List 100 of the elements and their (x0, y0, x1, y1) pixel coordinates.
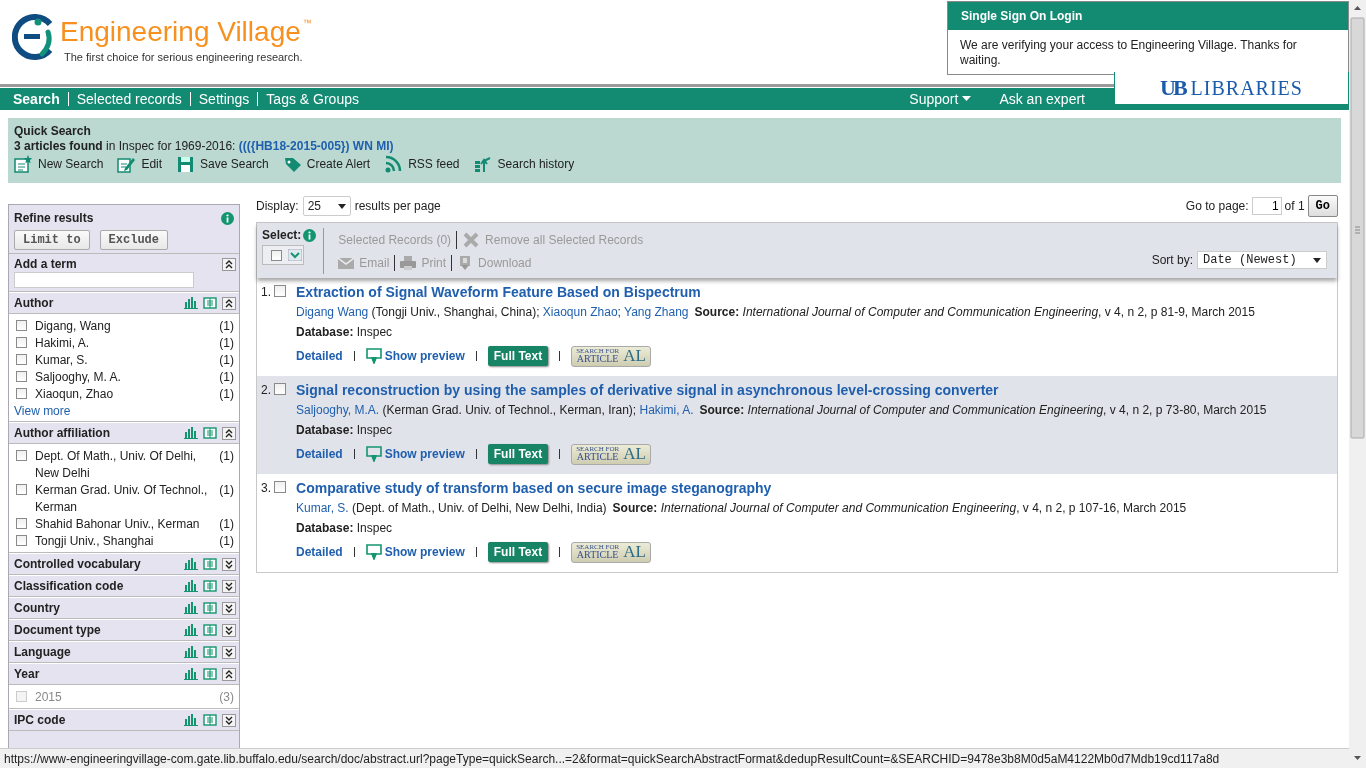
facet-option[interactable]: Dept. Of Math., Univ. Of Delhi, New Delhi (35, 448, 212, 482)
term-field[interactable] (14, 272, 194, 288)
per-page-select[interactable]: 25 (302, 196, 351, 216)
display-suffix: results per page (354, 199, 441, 213)
nav-tab[interactable]: Settings (190, 92, 259, 106)
view-more-link[interactable]: View more (14, 403, 71, 419)
toolbar-link[interactable]: New Search (14, 155, 104, 173)
show-preview-link[interactable]: Show preview (365, 544, 465, 560)
facet-option[interactable]: Digang, Wang (35, 318, 212, 335)
export-list-icon[interactable] (203, 668, 217, 680)
full-text-button[interactable]: Full Text (487, 542, 549, 562)
checkbox[interactable] (16, 484, 27, 495)
checkbox[interactable] (16, 388, 27, 399)
collapse-icon[interactable] (222, 667, 236, 681)
record-title-link[interactable]: Extraction of Signal Waveform Feature Based on Bispectrum (296, 282, 1331, 302)
export-list-icon[interactable] (203, 602, 217, 614)
export-list-icon[interactable] (203, 624, 217, 636)
toolbar-link[interactable]: Create Alert (282, 155, 371, 173)
facet-count: (1) (219, 533, 234, 550)
facet-option[interactable]: Kerman Grad. Univ. Of Technol., Kerman (35, 482, 212, 516)
filter-button[interactable]: Exclude (99, 230, 169, 250)
toolbar-link[interactable]: Edit (117, 155, 163, 173)
checkbox[interactable] (16, 354, 27, 365)
facet-option[interactable]: Shahid Bahonar Univ., Kerman (35, 516, 212, 533)
collapse-icon[interactable] (222, 296, 236, 310)
facet-option[interactable]: Saljooghy, M. A. (35, 369, 212, 386)
expand-icon[interactable] (222, 713, 236, 727)
select-all-control[interactable] (262, 245, 304, 265)
checkbox[interactable] (16, 320, 27, 331)
detailed-link[interactable]: Detailed (296, 349, 343, 363)
expand-icon[interactable] (222, 557, 236, 571)
detailed-link[interactable]: Detailed (296, 447, 343, 461)
facet-option[interactable]: Xiaoqun, Zhao (35, 386, 212, 403)
info-icon[interactable] (221, 211, 234, 225)
checkbox[interactable] (16, 371, 27, 382)
export-list-icon[interactable] (203, 427, 217, 439)
nav-link[interactable]: Ask an expert (985, 92, 1099, 106)
query-link[interactable]: ((({HB18-2015-005}) WN MI) (238, 139, 394, 153)
collapse-icon[interactable] (222, 426, 236, 440)
detailed-link[interactable]: Detailed (296, 545, 343, 559)
checkbox[interactable] (16, 450, 27, 461)
author-link[interactable]: Saljooghy, M.A. (296, 403, 380, 417)
bar-chart-icon[interactable] (184, 714, 198, 726)
checkbox[interactable] (274, 383, 286, 395)
bar-chart-icon[interactable] (184, 580, 198, 592)
page-field[interactable]: 1 (1251, 197, 1282, 215)
record-title-link[interactable]: Comparative study of transform based on secure image steganography (296, 478, 1331, 498)
toolbar-link[interactable]: RSS feed (384, 155, 460, 173)
database-value: Inspec (356, 521, 393, 535)
export-list-icon[interactable] (203, 714, 217, 726)
info-icon[interactable] (303, 228, 317, 242)
sort-label: Sort by: (1151, 253, 1193, 267)
full-text-button[interactable]: Full Text (487, 444, 549, 464)
support-menu[interactable]: Support (895, 92, 986, 106)
facet-option[interactable]: Tongji Univ., Shanghai (35, 533, 212, 550)
expand-icon[interactable] (222, 579, 236, 593)
author-link[interactable]: Kumar, S. (296, 501, 349, 515)
nav-tab[interactable]: Selected records (68, 92, 191, 106)
expand-icon[interactable] (222, 623, 236, 637)
bar-chart-icon[interactable] (184, 427, 198, 439)
sort-select[interactable]: Date (Newest) (1197, 251, 1327, 269)
facet-title: IPC code (14, 713, 67, 727)
expand-icon[interactable] (222, 645, 236, 659)
go-button[interactable]: Go (1307, 195, 1338, 217)
status-url: https://www-engineeringvillage-com.gate.lib.buffalo.edu/search/doc/abstract.url?pageType=quickSearch...=2&format=quickSearchAbstractFormat&dedupResultCount=&SEARCHID=9478e3b8M0d5aM4122Mb0d7Mdb19cd117a8d (4, 751, 1220, 766)
collapse-icon[interactable] (222, 257, 236, 271)
filter-button[interactable]: Limit to (14, 230, 90, 250)
checkbox[interactable] (16, 518, 27, 529)
bar-chart-icon[interactable] (184, 602, 198, 614)
author-link[interactable]: Digang Wang (296, 305, 369, 319)
author-link[interactable]: Hakimi, A. (639, 403, 694, 417)
expand-icon[interactable] (222, 601, 236, 615)
toolbar-link[interactable]: Save Search (176, 155, 269, 173)
checkbox[interactable] (16, 337, 27, 348)
nav-tab[interactable]: Search (5, 92, 69, 106)
bar-chart-icon[interactable] (184, 646, 198, 658)
panel-title: Refine results (14, 211, 94, 225)
toolbar-link[interactable]: Search history (473, 155, 575, 173)
facet-option[interactable]: Kumar, S. (35, 352, 212, 369)
record-title-link[interactable]: Signal reconstruction by using the samples of derivative signal in asynchronous level-crossing converter (296, 380, 1331, 400)
export-list-icon[interactable] (203, 646, 217, 658)
bar-chart-icon[interactable] (184, 624, 198, 636)
facet-option[interactable]: Hakimi, A. (35, 335, 212, 352)
preview-icon (365, 544, 382, 560)
bar-chart-icon[interactable] (184, 558, 198, 570)
nav-tab[interactable]: Tags & Groups (258, 92, 367, 106)
export-list-icon[interactable] (203, 580, 217, 592)
bar-chart-icon[interactable] (184, 668, 198, 680)
checkbox[interactable] (16, 535, 27, 546)
author-link[interactable]: Xiaoqun Zhao (542, 305, 618, 319)
show-preview-link[interactable]: Show preview (365, 446, 465, 462)
bar-chart-icon[interactable] (184, 297, 198, 309)
facet-title: Language (14, 645, 72, 659)
author-link[interactable]: Yang Zhang (624, 305, 689, 319)
checkbox[interactable] (274, 481, 286, 493)
export-list-icon[interactable] (203, 558, 217, 570)
full-text-button[interactable]: Full Text (487, 346, 549, 366)
checkbox[interactable] (274, 285, 286, 297)
show-preview-link[interactable]: Show preview (365, 348, 465, 364)
export-list-icon[interactable] (203, 297, 217, 309)
